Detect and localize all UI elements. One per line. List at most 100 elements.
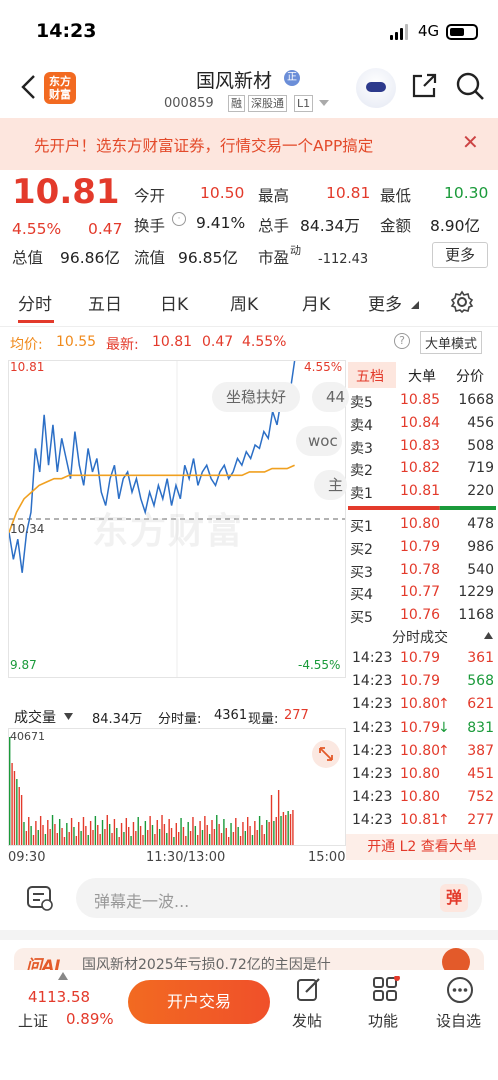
orderbook-price: 10.84 <box>400 414 441 431</box>
volume-bar <box>39 816 42 845</box>
gear-icon[interactable] <box>450 290 474 314</box>
volume-bar <box>37 830 39 845</box>
tab-more[interactable]: 更多 <box>368 290 402 315</box>
volume-bar <box>89 821 92 845</box>
grid-icon[interactable] <box>372 976 400 1002</box>
volume-max: 40671 <box>10 730 45 743</box>
trade-time: 14:23 <box>352 789 393 806</box>
volume-bar <box>175 823 177 845</box>
add-watchlist-button[interactable]: 设自选 <box>436 1010 481 1031</box>
tab-five-level[interactable]: 五档 <box>356 366 384 386</box>
large-order-mode-button[interactable]: 大单模式 <box>420 331 483 354</box>
comment-input[interactable]: 弹幕走一波... 弹 <box>76 878 482 918</box>
volume-bar <box>42 825 44 845</box>
volume-bar <box>227 837 230 845</box>
volume-bar <box>275 817 277 845</box>
tab-monthly-k[interactable]: 月K <box>302 290 330 315</box>
volume-bar <box>111 833 113 845</box>
index-name[interactable]: 上证 <box>18 1010 48 1031</box>
danmu-toggle-button[interactable]: 弹 <box>440 884 468 912</box>
tab-five-day[interactable]: 五日 <box>88 290 122 315</box>
volume-bar <box>18 787 20 845</box>
tab-daily-k[interactable]: 日K <box>160 290 188 315</box>
chat-list-icon[interactable] <box>26 884 54 912</box>
volume-bar <box>87 835 89 845</box>
orderbook-row[interactable]: 买4 10.77 1229 <box>350 582 494 604</box>
danmu-bubble: 坐稳扶好 <box>212 382 301 412</box>
help-icon[interactable]: ? <box>394 333 410 349</box>
close-icon[interactable]: ✕ <box>462 130 479 154</box>
volume-bar <box>80 831 82 845</box>
volume-chart[interactable] <box>8 728 346 846</box>
pe-sup: 动 <box>290 244 301 257</box>
caret-icon <box>411 301 419 309</box>
volume-bar <box>182 827 185 845</box>
orderbook-level: 卖3 <box>350 440 373 457</box>
orderbook-level: 买2 <box>350 541 373 558</box>
network-type: 4G <box>418 22 440 40</box>
volume-bar <box>104 829 106 845</box>
search-icon[interactable] <box>454 70 486 102</box>
volume-bar <box>151 825 154 845</box>
volume-bar <box>58 819 61 845</box>
volume-label[interactable]: 成交量 <box>14 707 56 727</box>
now-volume: 277 <box>284 708 309 723</box>
x-start: 09:30 <box>8 850 46 865</box>
chevron-down-icon[interactable] <box>318 98 330 108</box>
orderbook-row[interactable]: 卖2 10.82 719 <box>350 458 494 480</box>
volume-bar <box>137 817 139 845</box>
tab-price-dist[interactable]: 分价 <box>456 366 484 386</box>
open-label: 今开 <box>134 187 166 205</box>
orderbook-row[interactable]: 买3 10.78 540 <box>350 560 494 582</box>
orderbook-row[interactable]: 卖5 10.85 1668 <box>350 390 494 412</box>
share-icon[interactable] <box>410 72 438 100</box>
orderbook-row[interactable]: 卖1 10.81 220 <box>350 481 494 503</box>
change-pct: 4.55% <box>12 220 62 238</box>
tab-large-order[interactable]: 大单 <box>408 366 436 386</box>
chevron-down-icon[interactable] <box>64 713 73 720</box>
ai-assistant-icon[interactable] <box>356 68 396 108</box>
orderbook-row[interactable]: 卖4 10.84 456 <box>350 413 494 435</box>
index-value[interactable]: 4113.58 <box>28 988 90 1006</box>
open-l2-button[interactable]: 开通 L2 查看大单 <box>346 834 498 860</box>
orderbook-price: 10.76 <box>400 607 441 624</box>
more-button[interactable]: 更多 <box>432 242 488 268</box>
orderbook-tabs: 五档 大单 分价 <box>346 362 498 388</box>
volume-bar <box>268 822 270 845</box>
promo-text[interactable]: 先开户！选东方财富证券，行情交易一个APP搞定 <box>34 134 373 156</box>
expand-icon[interactable] <box>312 740 340 768</box>
tab-intraday[interactable]: 分时 <box>18 290 52 315</box>
volume-label: 总手 <box>258 217 290 235</box>
volume-bar <box>63 837 66 845</box>
volume-bar <box>232 832 235 845</box>
trade-time: 14:23 <box>352 766 393 782</box>
float-value: 96.85亿 <box>178 249 238 267</box>
more-dots-icon[interactable] <box>446 976 474 1004</box>
edit-icon[interactable] <box>296 976 322 1002</box>
volume-bar <box>237 827 239 845</box>
chevron-up-icon[interactable] <box>484 632 493 639</box>
orderbook-row[interactable]: 买1 10.80 478 <box>350 514 494 536</box>
volume-bar <box>23 822 25 845</box>
open-trade-button[interactable]: 开户交易 <box>128 980 270 1024</box>
orderbook-volume: 456 <box>467 414 494 431</box>
info-icon[interactable]: · <box>172 212 186 226</box>
volume-bar <box>78 822 80 845</box>
volume-bar <box>197 835 199 845</box>
volume-bar <box>82 817 85 845</box>
stock-name[interactable]: 国风新材 <box>196 66 272 93</box>
volume-bar <box>166 833 168 845</box>
volume-bar <box>289 814 292 845</box>
volume-bar <box>249 826 251 845</box>
orderbook-row[interactable]: 买2 10.79 986 <box>350 537 494 559</box>
tab-weekly-k[interactable]: 周K <box>230 290 258 315</box>
orderbook-row[interactable]: 卖3 10.83 508 <box>350 436 494 458</box>
latest-value: 10.81 <box>152 334 193 350</box>
back-icon[interactable] <box>18 74 40 100</box>
index-pct[interactable]: 0.89% <box>66 1010 114 1028</box>
post-button[interactable]: 发帖 <box>292 1010 322 1031</box>
functions-button[interactable]: 功能 <box>368 1010 398 1031</box>
trade-time: 14:23 <box>352 742 393 759</box>
latest-label: 最新: <box>106 337 139 353</box>
trades-header: 分时成交 <box>346 624 498 648</box>
